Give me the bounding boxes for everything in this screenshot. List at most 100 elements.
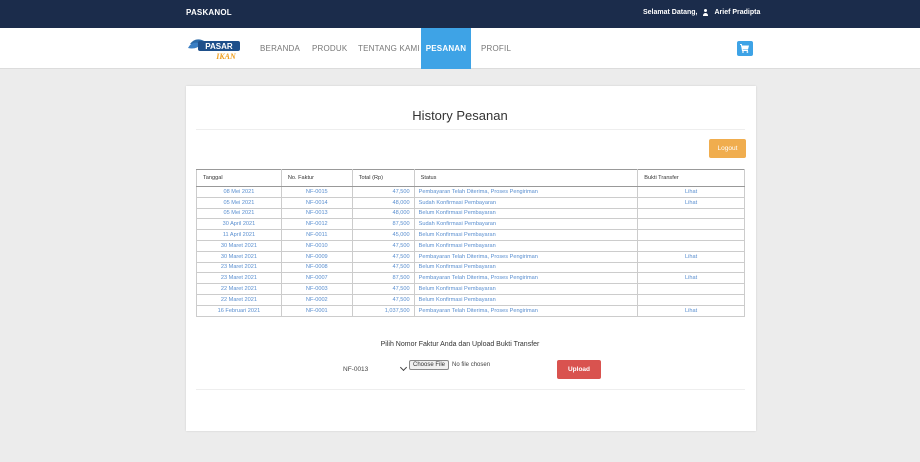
- table-body: 08 Mei 2021 NF-0015 47,500 Pembayaran Telah…: [196, 186, 745, 317]
- page-title: History Pesanan: [412, 108, 508, 123]
- cell-total: 45,000: [351, 229, 415, 241]
- file-status-text: No file chosen: [452, 362, 491, 368]
- cell-total: 47,500: [351, 283, 415, 295]
- cell-tanggal: 30 Maret 2021: [196, 250, 282, 263]
- cell-tanggal: 11 April 2021: [196, 229, 282, 241]
- table-row: 22 Maret 2021 NF-0002 47,500 Belum Konfirma…: [196, 293, 745, 306]
- column-header-no-faktur: No. Faktur: [280, 169, 353, 187]
- nav-item-produk[interactable]: PRODUK: [312, 28, 347, 69]
- cell-total: 48,000: [351, 207, 415, 220]
- shopping-cart-icon: [740, 44, 749, 53]
- cell-tanggal: 30 April 2021: [196, 218, 282, 231]
- view-proof-link[interactable]: Lihat: [685, 200, 697, 206]
- file-input: Choose File No file chosen: [409, 360, 490, 370]
- cell-tanggal: 23 Maret 2021: [196, 272, 282, 285]
- table-row: 11 April 2021 NF-0011 45,000 Belum Konfirma…: [196, 229, 745, 241]
- cell-total: 48,000: [351, 196, 415, 209]
- upload-button[interactable]: Upload: [557, 360, 601, 379]
- nav-item-pesanan[interactable]: PESANAN: [421, 28, 471, 69]
- cell-bukti: [637, 218, 745, 231]
- cell-bukti: [637, 207, 745, 220]
- upload-instruction: Pilih Nomor Faktur Anda dan Upload Bukti…: [380, 341, 540, 348]
- main-navbar: PASAR IKAN BERANDA PRODUK TENTANG KAMI P…: [0, 28, 920, 69]
- cell-status: Pembayaran Telah Diterima, Proses Pengir…: [413, 186, 639, 198]
- user-name[interactable]: Arief Pradipta: [714, 9, 760, 16]
- cell-total: 47,500: [351, 261, 415, 274]
- table-row: 22 Maret 2021 NF-0003 47,500 Belum Konfirma…: [196, 283, 745, 295]
- cell-faktur: NF-0002: [280, 293, 353, 306]
- table-row: 30 Maret 2021 NF-0009 47,500 Pembayaran Tel…: [196, 250, 745, 263]
- cell-status: Sudah Konfirmasi Pembayaran: [413, 218, 639, 231]
- nav-item-tentang-kami[interactable]: TENTANG KAMI: [358, 28, 420, 69]
- column-header-total: Total (Rp): [351, 169, 415, 187]
- cell-status: Belum Konfirmasi Pembayaran: [413, 239, 639, 252]
- logo-text-top: PASAR: [205, 42, 233, 51]
- cell-status: Belum Konfirmasi Pembayaran: [413, 293, 639, 306]
- cell-status: Belum Konfirmasi Pembayaran: [413, 283, 639, 295]
- view-proof-link[interactable]: Lihat: [685, 254, 697, 260]
- cell-bukti: Lihat: [637, 186, 745, 198]
- welcome-message: Selamat Datang, Arief Pradipta: [643, 9, 760, 16]
- cell-faktur: NF-0010: [280, 239, 353, 252]
- table-row: 23 Maret 2021 NF-0008 47,500 Belum Konfirma…: [196, 261, 745, 274]
- cell-faktur: NF-0015: [280, 186, 353, 198]
- cell-faktur: NF-0008: [280, 261, 353, 274]
- cell-tanggal: 30 Maret 2021: [196, 239, 282, 252]
- cell-faktur: NF-0011: [280, 229, 353, 241]
- cell-faktur: NF-0013: [280, 207, 353, 220]
- cell-status: Pembayaran Telah Diterima, Proses Pengir…: [413, 250, 639, 263]
- cell-bukti: [637, 293, 745, 306]
- cart-button[interactable]: [737, 41, 753, 56]
- logout-button[interactable]: Logout: [709, 139, 746, 158]
- cell-bukti: Lihat: [637, 304, 745, 317]
- table-row: 05 Mei 2021 NF-0013 48,000 Belum Konfirmasi…: [196, 207, 745, 220]
- cell-faktur: NF-0009: [280, 250, 353, 263]
- view-proof-link[interactable]: Lihat: [685, 275, 697, 281]
- table-row: 08 Mei 2021 NF-0015 47,500 Pembayaran Telah…: [196, 186, 745, 198]
- cell-faktur: NF-0003: [280, 283, 353, 295]
- cell-tanggal: 22 Maret 2021: [196, 293, 282, 306]
- bottom-divider: [196, 389, 745, 390]
- cell-status: Pembayaran Telah Diterima, Proses Pengir…: [413, 272, 639, 285]
- column-header-bukti-transfer: Bukti Transfer: [637, 169, 745, 187]
- cell-faktur: NF-0007: [280, 272, 353, 285]
- nav-item-profil[interactable]: PROFIL: [481, 28, 511, 69]
- table-row: 05 Mei 2021 NF-0014 48,000 Sudah Konfirmasi…: [196, 196, 745, 209]
- cell-tanggal: 08 Mei 2021: [196, 186, 282, 198]
- user-icon: [702, 9, 709, 16]
- cell-tanggal: 16 Februari 2021: [196, 304, 282, 317]
- site-brand: PASKANOL: [186, 8, 232, 17]
- cell-total: 47,500: [351, 239, 415, 252]
- nav-item-beranda[interactable]: BERANDA: [260, 28, 300, 69]
- cell-bukti: Lihat: [637, 272, 745, 285]
- cell-total: 47,500: [351, 293, 415, 306]
- cell-bukti: [637, 261, 745, 274]
- cell-status: Pembayaran Telah Diterima, Proses Pengir…: [413, 304, 639, 317]
- faktur-select[interactable]: NF-0013: [340, 362, 408, 376]
- choose-file-button[interactable]: Choose File: [409, 360, 450, 370]
- cell-total: 47,500: [351, 250, 415, 263]
- cell-total: 47,500: [351, 186, 415, 198]
- cell-bukti: Lihat: [637, 196, 745, 209]
- pasar-ikan-logo[interactable]: PASAR IKAN: [186, 34, 248, 62]
- cell-status: Sudah Konfirmasi Pembayaran: [413, 196, 639, 209]
- view-proof-link[interactable]: Lihat: [685, 189, 697, 195]
- table-row: 16 Februari 2021 NF-0001 1,037,500 Pembayar…: [196, 304, 745, 317]
- column-header-status: Status: [413, 169, 639, 187]
- cell-status: Belum Konfirmasi Pembayaran: [413, 261, 639, 274]
- column-header-tanggal: Tanggal: [196, 169, 282, 187]
- faktur-select-value: NF-0013: [343, 365, 369, 373]
- table-row: 23 Maret 2021 NF-0007 87,500 Pembayaran Tel…: [196, 272, 745, 285]
- table-row: 30 April 2021 NF-0012 87,500 Sudah Konfirma…: [196, 218, 745, 231]
- view-proof-link[interactable]: Lihat: [685, 308, 697, 314]
- cell-tanggal: 22 Maret 2021: [196, 283, 282, 295]
- logo-text-bottom: IKAN: [215, 52, 237, 61]
- cell-bukti: Lihat: [637, 250, 745, 263]
- cell-faktur: NF-0001: [280, 304, 353, 317]
- cell-faktur: NF-0014: [280, 196, 353, 209]
- cell-status: Belum Konfirmasi Pembayaran: [413, 229, 639, 241]
- table-row: 30 Maret 2021 NF-0010 47,500 Belum Konfirma…: [196, 239, 745, 252]
- cell-tanggal: 05 Mei 2021: [196, 207, 282, 220]
- table-header-row: Tanggal No. Faktur Total (Rp) Status Buk…: [196, 169, 745, 187]
- cell-bukti: [637, 283, 745, 295]
